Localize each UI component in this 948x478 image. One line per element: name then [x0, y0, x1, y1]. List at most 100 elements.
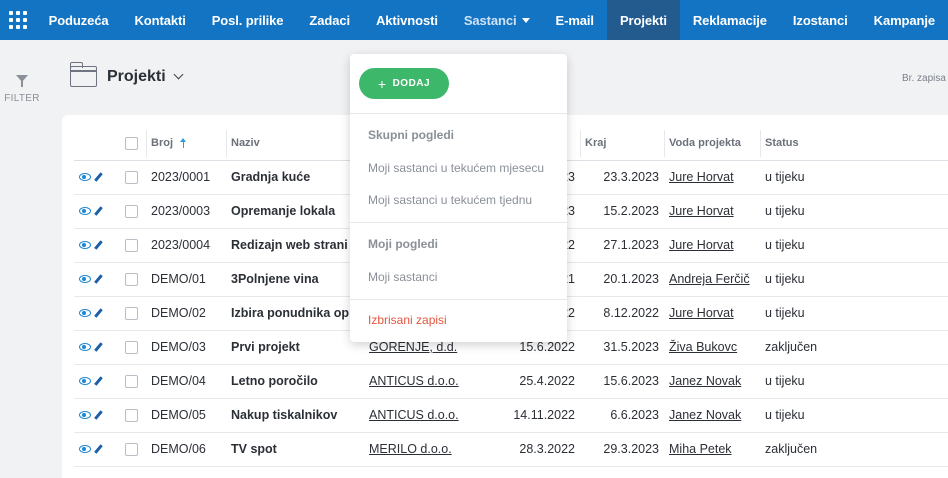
client-link[interactable]: GORENJE, d.d.	[369, 340, 457, 354]
row-checkbox[interactable]	[125, 239, 138, 253]
page-header[interactable]: Projekti	[69, 62, 184, 87]
sort-ascending-icon	[180, 138, 187, 149]
plus-icon: +	[377, 75, 387, 92]
row-checkbox[interactable]	[125, 205, 138, 219]
row-select	[120, 330, 146, 365]
cell-pocetak: 28.3.2022	[488, 432, 580, 467]
column-header-naziv[interactable]: Naziv	[226, 127, 364, 161]
table-row[interactable]: DEMO/05 Nakup tiskalnikov ANTICUS d.o.o.…	[74, 398, 948, 433]
deleted-records-link[interactable]: Izbrisani zapisi	[368, 313, 447, 327]
row-checkbox[interactable]	[125, 307, 138, 321]
cell-naziv[interactable]: Letno poročilo	[226, 364, 364, 399]
table-row[interactable]: DEMO/06 TV spot MERILO d.o.o. 28.3.2022 …	[74, 432, 948, 467]
nav-item-zadaci[interactable]: Zadaci	[296, 0, 363, 40]
eye-icon[interactable]	[79, 411, 91, 419]
project-lead-link[interactable]: Jure Horvat	[669, 170, 734, 184]
pencil-icon[interactable]	[94, 274, 103, 284]
cell-naziv[interactable]: Nakup tiskalnikov	[226, 398, 364, 433]
column-header-voda-projekta[interactable]: Voda projekta	[664, 127, 760, 161]
project-lead-link[interactable]: Janez Novak	[669, 374, 741, 388]
row-actions	[74, 296, 120, 331]
client-link[interactable]: ANTICUS d.o.o.	[369, 408, 459, 422]
nav-item-posl-prilike[interactable]: Posl. prilike	[199, 0, 297, 40]
pencil-icon[interactable]	[94, 342, 103, 352]
pencil-icon[interactable]	[94, 444, 103, 454]
project-lead-link[interactable]: Jure Horvat	[669, 238, 734, 252]
row-checkbox[interactable]	[125, 171, 138, 185]
nav-item-kontakti[interactable]: Kontakti	[122, 0, 199, 40]
nav-item-email[interactable]: E-mail	[543, 0, 607, 40]
row-checkbox[interactable]	[125, 409, 138, 423]
cell-naziv[interactable]: Opremanje lokala	[226, 194, 364, 229]
cell-naziv[interactable]: Redizajn web strani	[226, 228, 364, 263]
eye-icon[interactable]	[79, 173, 91, 181]
pencil-icon[interactable]	[94, 240, 103, 250]
pencil-icon[interactable]	[94, 206, 103, 216]
cell-narucitelj[interactable]: MERILO d.o.o.	[364, 432, 488, 467]
view-item-current-week[interactable]: Moji sastanci u tekućem tjednu	[368, 193, 532, 207]
client-link[interactable]: MERILO d.o.o.	[369, 442, 452, 456]
my-views-heading: Moji pogledi	[368, 237, 438, 251]
cell-naziv[interactable]: TV spot	[226, 432, 364, 467]
project-lead-link[interactable]: Andreja Ferčič	[669, 272, 750, 286]
pencil-icon[interactable]	[94, 308, 103, 318]
column-header-broj[interactable]: Broj	[146, 127, 226, 161]
cell-kraj: 20.1.2023	[580, 262, 664, 297]
nav-item-sastanci[interactable]: Sastanci	[451, 0, 543, 40]
nav-item-kampanje[interactable]: Kampanje	[861, 0, 948, 40]
eye-icon[interactable]	[79, 377, 91, 385]
cell-naziv[interactable]: Prvi projekt	[226, 330, 364, 365]
pencil-icon[interactable]	[94, 376, 103, 386]
nav-item-poduzeca[interactable]: Poduzeća	[36, 0, 122, 40]
cell-status: u tijeku	[760, 160, 948, 195]
pencil-icon[interactable]	[94, 172, 103, 182]
client-link[interactable]: ANTICUS d.o.o.	[369, 374, 459, 388]
project-lead-link[interactable]: Jure Horvat	[669, 306, 734, 320]
project-lead-link[interactable]: Janez Novak	[669, 408, 741, 422]
row-select	[120, 364, 146, 399]
add-button[interactable]: + DODAJ	[359, 68, 449, 99]
cell-kraj: 15.6.2023	[580, 364, 664, 399]
nav-item-aktivnosti[interactable]: Aktivnosti	[363, 0, 451, 40]
filter-toggle[interactable]: FILTER	[0, 58, 44, 104]
view-item-my-meetings[interactable]: Moji sastanci	[368, 270, 437, 284]
eye-icon[interactable]	[79, 275, 91, 283]
cell-status: u tijeku	[760, 262, 948, 297]
cell-naziv[interactable]: Izbira ponudnika op	[226, 296, 364, 331]
cell-naziv[interactable]: 3Polnjene vina	[226, 262, 364, 297]
cell-broj: DEMO/05	[146, 398, 226, 433]
eye-icon[interactable]	[79, 207, 91, 215]
select-all-checkbox[interactable]	[125, 136, 138, 150]
project-lead-link[interactable]: Jure Horvat	[669, 204, 734, 218]
row-checkbox[interactable]	[125, 273, 138, 287]
app-grid-icon[interactable]	[0, 0, 36, 40]
divider	[350, 222, 567, 223]
project-lead-link[interactable]: Miha Petek	[669, 442, 732, 456]
nav-item-projekti[interactable]: Projekti	[606, 0, 680, 40]
row-select	[120, 398, 146, 433]
column-header-status[interactable]: Status	[760, 127, 948, 161]
cell-status: u tijeku	[760, 398, 948, 433]
eye-icon[interactable]	[79, 241, 91, 249]
nav-item-izostanci[interactable]: Izostanci	[780, 0, 861, 40]
cell-naziv[interactable]: Gradnja kuće	[226, 160, 364, 195]
column-header-kraj[interactable]: Kraj	[580, 127, 664, 161]
view-item-current-month[interactable]: Moji sastanci u tekućem mjesecu	[368, 161, 544, 175]
eye-icon[interactable]	[79, 309, 91, 317]
cell-kraj: 31.5.2023	[580, 330, 664, 365]
row-checkbox[interactable]	[125, 341, 138, 355]
cell-narucitelj[interactable]: ANTICUS d.o.o.	[364, 364, 488, 399]
cell-narucitelj[interactable]: ANTICUS d.o.o.	[364, 398, 488, 433]
nav-item-reklamacije[interactable]: Reklamacije	[680, 0, 780, 40]
column-header-broj-label: Broj	[151, 137, 173, 150]
row-actions	[74, 160, 120, 195]
pencil-icon[interactable]	[94, 410, 103, 420]
record-count-label: Br. zapisa	[902, 73, 946, 84]
row-checkbox[interactable]	[125, 443, 138, 457]
project-lead-link[interactable]: Živa Bukovc	[669, 340, 737, 354]
table-row[interactable]: DEMO/04 Letno poročilo ANTICUS d.o.o. 25…	[74, 364, 948, 399]
row-checkbox[interactable]	[125, 375, 138, 389]
cell-status: u tijeku	[760, 228, 948, 263]
eye-icon[interactable]	[79, 445, 91, 453]
eye-icon[interactable]	[79, 343, 91, 351]
